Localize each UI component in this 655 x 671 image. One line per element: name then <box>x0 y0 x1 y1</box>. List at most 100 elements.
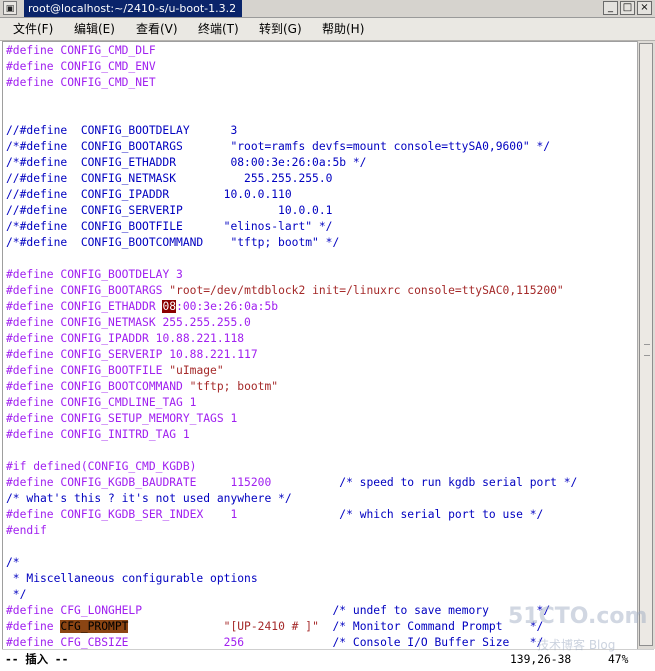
menu-view[interactable]: 查看(V) <box>136 21 178 37</box>
code-line: #define CFG_PROMPT "[UP-2410 # ]" /* Mon… <box>6 619 543 635</box>
code-line: //#define CONFIG_BOOTDELAY 3 <box>6 123 237 139</box>
code-token: #define <box>6 76 54 89</box>
code-token: CONFIG_INITRD_TAG 1 <box>60 428 190 441</box>
code-token: #define <box>6 412 54 425</box>
file-percent: 47% <box>608 653 629 666</box>
code-token: CONFIG_KGDB_SER_INDEX 1 <box>60 508 238 521</box>
code-token: //#define CONFIG_SERVERIP 10.0.0.1 <box>6 204 333 217</box>
code-token: CONFIG_CMDLINE_TAG 1 <box>60 396 197 409</box>
code-token: #define <box>6 44 54 57</box>
close-button[interactable]: × <box>637 1 652 15</box>
code-token: #define <box>6 348 54 361</box>
code-token: /*#define CONFIG_BOOTFILE "elinos-lart" … <box>6 220 333 233</box>
grip-icon <box>644 344 650 356</box>
code-token: #define <box>6 620 54 633</box>
code-line: /*#define CONFIG_BOOTFILE "elinos-lart" … <box>6 219 332 235</box>
code-token: * Miscellaneous configurable options <box>6 572 258 585</box>
terminal-icon[interactable]: ▣ <box>3 1 17 15</box>
code-line: #define CONFIG_BOOTDELAY 3 <box>6 267 183 283</box>
minimize-button[interactable]: _ <box>603 1 618 15</box>
code-line: #define CONFIG_CMD_DLF <box>6 43 156 59</box>
code-line: #define CONFIG_CMD_ENV <box>6 59 156 75</box>
menu-file[interactable]: 文件(F) <box>13 21 53 37</box>
code-token: //#define CONFIG_IPADDR 10.0.0.110 <box>6 188 292 201</box>
code-token: #define <box>6 268 54 281</box>
code-token: #define <box>6 428 54 441</box>
code-token: CONFIG_KGDB_BAUDRATE 115200 <box>60 476 272 489</box>
code-token: CONFIG_SERVERIP 10.88.221.117 <box>60 348 258 361</box>
code-token: 256 <box>223 636 245 649</box>
code-token: CONFIG_BOOTARGS <box>60 284 170 297</box>
code-token: CONFIG_BOOTCOMMAND <box>60 380 190 393</box>
code-line: #define CFG_CBSIZE 256 /* Console I/O Bu… <box>6 635 543 650</box>
code-token: CFG_PROMPT <box>60 620 129 633</box>
code-line: #define CONFIG_SERVERIP 10.88.221.117 <box>6 347 258 363</box>
watermark-logo: 51CTO.com <box>508 604 648 629</box>
code-line: /* <box>6 555 20 571</box>
code-token: /* what's this ? it's not used anywhere … <box>6 492 292 505</box>
code-token: #define <box>6 396 54 409</box>
code-token: /*#define CONFIG_ETHADDR 08:00:3e:26:0a:… <box>6 156 367 169</box>
code-token: #define <box>6 364 54 377</box>
code-token: CONFIG_BOOTFILE <box>60 364 170 377</box>
maximize-button[interactable]: □ <box>620 1 635 15</box>
code-token: :00:3e:26:0a:5b <box>176 300 279 313</box>
menu-go[interactable]: 转到(G) <box>259 21 302 37</box>
code-token: CFG_LONGHELP <box>60 604 143 617</box>
code-token: #define <box>6 636 54 649</box>
code-line: #define CONFIG_NETMASK 255.255.255.0 <box>6 315 251 331</box>
code-line: #define CONFIG_BOOTARGS "root=/dev/mtdbl… <box>6 283 564 299</box>
code-line: #define CONFIG_KGDB_SER_INDEX 1 /* which… <box>6 507 543 523</box>
code-token: #define <box>6 300 54 313</box>
code-token: #define <box>6 508 54 521</box>
code-token: #if defined(CONFIG_CMD_KGDB) <box>6 460 197 473</box>
code-line: */ <box>6 587 27 603</box>
title-bar: ▣ root@localhost:~/2410-s/u-boot-1.3.2 _… <box>0 0 655 18</box>
code-line: #define CONFIG_KGDB_BAUDRATE 115200 /* s… <box>6 475 577 491</box>
code-token: /* <box>6 556 20 569</box>
code-token: "tftp; bootm" <box>189 380 279 393</box>
terminal-text-area[interactable]: #define CONFIG_CMD_DLF #define CONFIG_CMD… <box>2 41 637 650</box>
code-token: CONFIG_CMD_NET <box>60 76 156 89</box>
code-line: #define CONFIG_BOOTCOMMAND "tftp; bootm" <box>6 379 278 395</box>
code-token: "[UP-2410 # ]" <box>223 620 319 633</box>
code-token: "uImage" <box>169 364 224 377</box>
code-token: #define <box>6 476 54 489</box>
code-line: //#define CONFIG_IPADDR 10.0.0.110 <box>6 187 292 203</box>
code-line: #define CONFIG_ETHADDR 08:00:3e:26:0a:5b <box>6 299 278 315</box>
code-line: #endif <box>6 523 47 539</box>
insert-mode-indicator: -- 插入 -- <box>5 653 69 666</box>
menu-help[interactable]: 帮助(H) <box>322 21 364 37</box>
code-token: #define <box>6 604 54 617</box>
code-line: #define CFG_LONGHELP /* undef to save me… <box>6 603 550 619</box>
code-line: #if defined(CONFIG_CMD_KGDB) <box>6 459 196 475</box>
code-token: CONFIG_BOOTDELAY 3 <box>60 268 183 281</box>
watermark-subtitle: 技术博客 Blog <box>537 638 616 652</box>
code-token: #define <box>6 316 54 329</box>
code-token: "root=/dev/mtdblock2 init=/linuxrc conso… <box>169 284 564 297</box>
code-line: /* what's this ? it's not used anywhere … <box>6 491 292 507</box>
menu-terminal[interactable]: 终端(T) <box>198 21 239 37</box>
code-line: /*#define CONFIG_BOOTCOMMAND "tftp; boot… <box>6 235 339 251</box>
scrollbar-thumb[interactable] <box>639 43 653 646</box>
code-line: * Miscellaneous configurable options <box>6 571 258 587</box>
code-token: //#define CONFIG_NETMASK 255.255.255.0 <box>6 172 333 185</box>
code-token: /* which serial port to use */ <box>339 508 544 521</box>
vertical-scrollbar[interactable] <box>637 41 655 649</box>
code-line: /*#define CONFIG_ETHADDR 08:00:3e:26:0a:… <box>6 155 366 171</box>
code-token: #define <box>6 332 54 345</box>
code-line: #define CONFIG_INITRD_TAG 1 <box>6 427 190 443</box>
code-token: CONFIG_CMD_DLF <box>60 44 156 57</box>
code-line: #define CONFIG_SETUP_MEMORY_TAGS 1 <box>6 411 237 427</box>
cursor-position: 139,26-38 <box>510 653 572 666</box>
code-token: CONFIG_CMD_ENV <box>60 60 156 73</box>
code-token: /*#define CONFIG_BOOTCOMMAND "tftp; boot… <box>6 236 340 249</box>
menu-edit[interactable]: 编辑(E) <box>74 21 115 37</box>
code-token: */ <box>6 588 27 601</box>
code-token: //#define CONFIG_BOOTDELAY 3 <box>6 124 238 137</box>
